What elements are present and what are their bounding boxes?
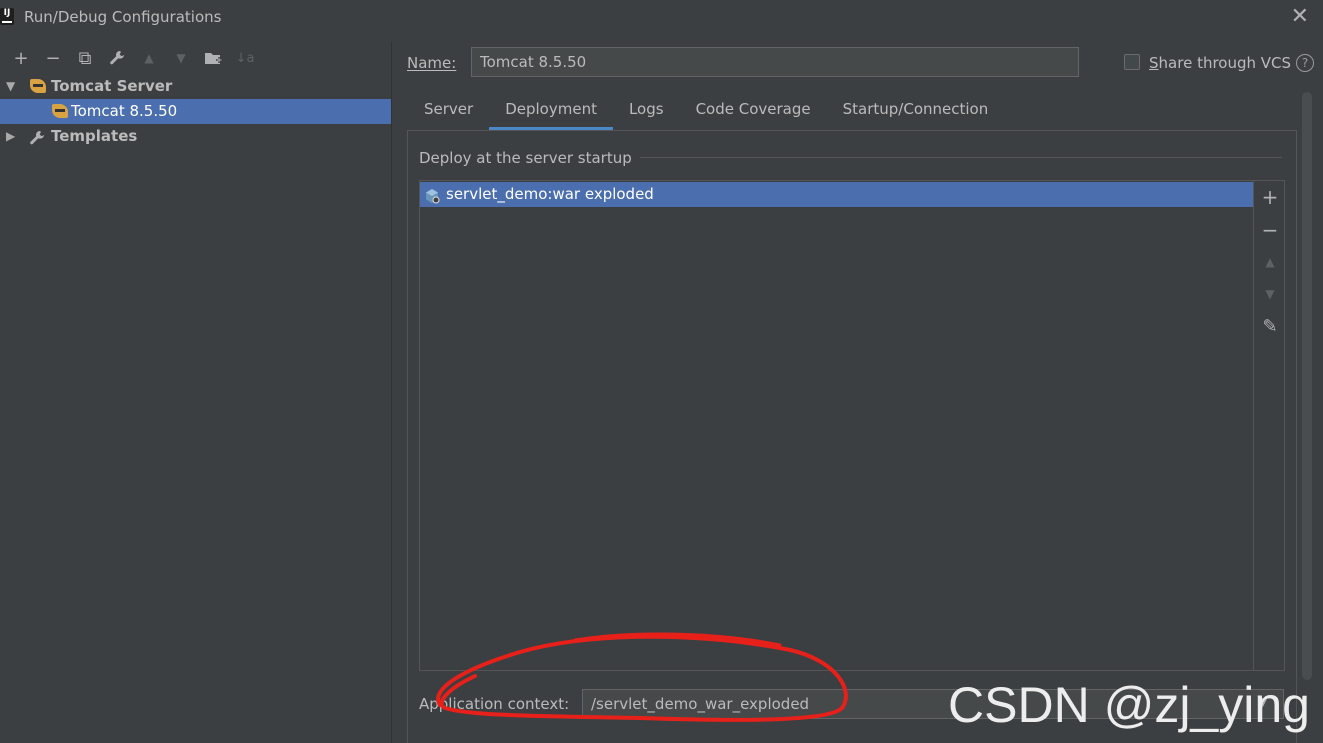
deployment-list: servlet_demo:war exploded + − ▲ ▼ ✎	[419, 180, 1285, 671]
name-field[interactable]	[471, 47, 1079, 77]
window-title: Run/Debug Configurations	[24, 8, 222, 26]
tree-item-tomcat-8-5-50[interactable]: Tomcat 8.5.50	[0, 99, 391, 124]
tab-startup-connection[interactable]: Startup/Connection	[827, 90, 1005, 130]
wrench-icon	[29, 129, 45, 145]
tree-group-tomcat-server[interactable]: ▼ Tomcat Server	[0, 74, 391, 99]
new-folder-button[interactable]	[198, 45, 228, 71]
folder-add-icon	[205, 53, 222, 64]
csdn-watermark: CSDN @zj_ying	[948, 677, 1310, 733]
remove-artifact-button[interactable]: −	[1256, 216, 1284, 244]
tab-code-coverage[interactable]: Code Coverage	[680, 90, 827, 130]
artifact-list[interactable]: servlet_demo:war exploded	[420, 181, 1254, 670]
name-label: Name:	[407, 54, 457, 72]
copy-configuration-button[interactable]: ⧉	[70, 45, 100, 71]
move-up-button[interactable]: ▲	[134, 45, 164, 71]
tab-server[interactable]: Server	[408, 90, 489, 130]
application-context-label: Application context:	[419, 695, 570, 713]
add-configuration-button[interactable]: +	[6, 45, 36, 71]
tree-group-label: Tomcat Server	[51, 77, 173, 95]
deploy-section-title: Deploy at the server startup	[419, 149, 640, 167]
tomcat-icon	[30, 79, 46, 93]
configurations-panel: + − ⧉ ▲ ▼ ↓a ▼ Tomcat Server Tomcat 8.5.…	[0, 42, 392, 743]
share-label-rest: hare through VCS	[1158, 54, 1292, 72]
tree-item-label: Tomcat 8.5.50	[71, 102, 178, 120]
tab-logs[interactable]: Logs	[613, 90, 680, 130]
share-through-vcs-label[interactable]: Share through VCS	[1149, 54, 1291, 72]
share-through-vcs-checkbox[interactable]	[1124, 54, 1140, 70]
wrench-icon	[110, 51, 124, 65]
add-artifact-button[interactable]: +	[1256, 183, 1284, 211]
title-bar: IJ Run/Debug Configurations ✕	[0, 0, 1323, 36]
artifact-label: servlet_demo:war exploded	[446, 185, 654, 203]
edit-templates-button[interactable]	[102, 45, 132, 71]
tomcat-icon	[52, 104, 68, 118]
remove-configuration-button[interactable]: −	[38, 45, 68, 71]
collapse-arrow-icon[interactable]: ▶	[6, 124, 15, 149]
intellij-app-icon: IJ	[0, 8, 14, 25]
move-artifact-up-button[interactable]: ▲	[1256, 248, 1284, 276]
close-button[interactable]: ✕	[1291, 4, 1309, 29]
sort-button[interactable]: ↓a	[230, 45, 260, 71]
vertical-scrollbar[interactable]	[1302, 92, 1312, 680]
edit-artifact-button[interactable]: ✎	[1256, 312, 1284, 340]
config-tabs: Server Deployment Logs Code Coverage Sta…	[408, 90, 1004, 130]
list-item[interactable]: servlet_demo:war exploded	[420, 182, 1253, 207]
move-artifact-down-button[interactable]: ▼	[1256, 280, 1284, 308]
expand-arrow-icon[interactable]: ▼	[6, 74, 15, 99]
share-label-mnemonic: S	[1149, 54, 1159, 72]
help-icon[interactable]: ?	[1296, 54, 1314, 72]
artifact-icon	[424, 187, 440, 204]
move-down-button[interactable]: ▼	[166, 45, 196, 71]
configurations-toolbar: + − ⧉ ▲ ▼ ↓a	[0, 42, 391, 74]
templates-label: Templates	[51, 127, 138, 145]
configurations-tree: ▼ Tomcat Server Tomcat 8.5.50 ▶ Template…	[0, 74, 391, 149]
tab-deployment[interactable]: Deployment	[489, 90, 613, 130]
tree-group-templates[interactable]: ▶ Templates	[0, 124, 391, 149]
